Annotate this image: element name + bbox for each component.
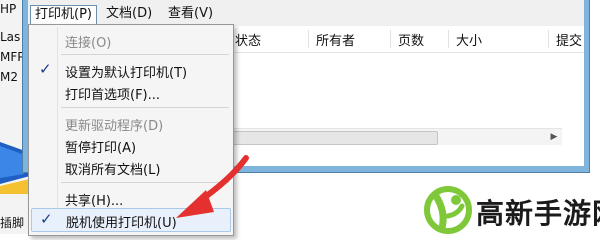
menu-view[interactable]: 查看(V) <box>164 5 217 23</box>
scrollbar-thumb[interactable] <box>198 131 438 145</box>
menu-item-label: 设置为默认打印机(T) <box>65 66 188 81</box>
column-divider[interactable] <box>308 30 309 48</box>
column-divider[interactable] <box>548 30 549 48</box>
menu-item-label: 打印首选项(F)... <box>65 88 161 103</box>
printer-name-fragment: HP <box>0 2 17 16</box>
menu-item-label: 取消所有文档(L) <box>65 163 161 178</box>
menu-item-update-driver[interactable]: 更新驱动程序(D) <box>31 112 231 134</box>
menu-bar: 打印机(P) 文档(D) 查看(V) <box>28 0 584 27</box>
printer-name-fragment: Las <box>0 30 21 44</box>
menu-item-label: 共享(H)... <box>65 194 124 209</box>
scroll-right-arrow-icon[interactable]: ▶ <box>546 130 562 144</box>
annotation-arrow-icon <box>176 155 249 218</box>
checkmark-icon: ✓ <box>39 60 52 78</box>
column-owner[interactable]: 所有者 <box>316 30 355 49</box>
printer-name-fragment: MFP <box>0 50 25 64</box>
menu-item-label: 连接(O) <box>65 36 112 51</box>
brand-name: 高新手游网 <box>476 197 600 230</box>
menu-separator <box>61 54 229 55</box>
column-submitted[interactable]: 提交 <box>556 30 582 49</box>
menu-item-label: 更新驱动程序(D) <box>65 119 164 134</box>
column-status[interactable]: 状态 <box>235 30 261 49</box>
column-divider[interactable] <box>448 30 449 48</box>
horizontal-scrollbar[interactable]: ▶ <box>198 128 562 145</box>
menu-separator <box>61 107 229 108</box>
checkmark-icon: ✓ <box>40 210 53 228</box>
menu-printer[interactable]: 打印机(P) <box>30 5 97 26</box>
printer-name-fragment: M2 <box>0 70 18 84</box>
menu-item-printing-preferences[interactable]: 打印首选项(F)... <box>31 81 231 103</box>
column-divider[interactable] <box>390 30 391 48</box>
menu-item-label: 暂停打印(A) <box>65 141 137 156</box>
printer-name-fragment: 插脚 <box>0 216 25 230</box>
brand-watermark: 高新手游网 <box>402 182 600 234</box>
column-size[interactable]: 大小 <box>456 30 482 49</box>
column-pages[interactable]: 页数 <box>398 30 424 49</box>
brand-logo-icon <box>424 186 472 234</box>
menu-item-connect[interactable]: 连接(O) <box>31 29 231 51</box>
menu-item-set-default[interactable]: ✓ 设置为默认打印机(T) <box>31 59 231 81</box>
menu-document[interactable]: 文档(D) <box>102 5 156 23</box>
